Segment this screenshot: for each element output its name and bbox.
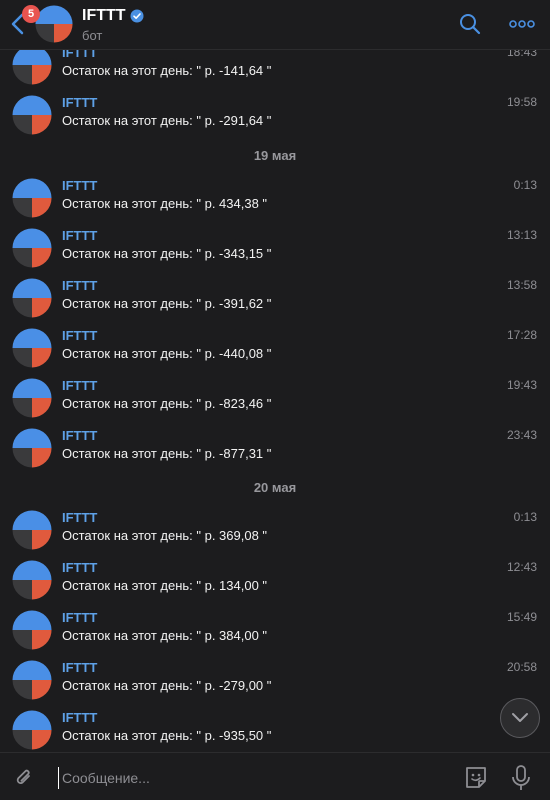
unread-badge[interactable]: 5 — [22, 5, 40, 23]
avatar[interactable] — [12, 95, 52, 135]
chevron-down-icon — [512, 713, 528, 722]
message-item[interactable]: IFTTT Остаток на этот день: " р. -141,64 … — [0, 45, 550, 91]
message-item[interactable]: IFTTT Остаток на этот день: " р. -877,31 … — [0, 428, 550, 474]
chat-title-text: IFTTT — [82, 7, 126, 24]
message-item[interactable]: IFTTT Остаток на этот день: " р. 369,08 "… — [0, 510, 550, 556]
message-input[interactable] — [58, 767, 438, 789]
message-time: 0:13 — [513, 178, 537, 192]
message-time: 23:43 — [506, 428, 537, 442]
message-time: 13:58 — [506, 278, 537, 292]
avatar[interactable] — [12, 178, 52, 218]
avatar[interactable] — [12, 710, 52, 750]
message-time: 12:43 — [506, 560, 537, 574]
avatar[interactable] — [12, 560, 52, 600]
message-sender[interactable]: IFTTT — [62, 660, 97, 675]
avatar[interactable] — [12, 378, 52, 418]
avatar[interactable] — [12, 45, 52, 85]
chat-title[interactable]: IFTTT — [82, 7, 144, 25]
message-text: Остаток на этот день: " р. -391,62 " — [62, 296, 272, 311]
avatar[interactable] — [12, 278, 52, 318]
message-item[interactable]: IFTTT Остаток на этот день: " р. 384,00 "… — [0, 610, 550, 656]
message-text: Остаток на этот день: " р. -343,15 " — [62, 246, 272, 261]
message-text: Остаток на этот день: " р. -141,64 " — [62, 63, 272, 78]
message-sender[interactable]: IFTTT — [62, 178, 97, 193]
message-item[interactable]: IFTTT Остаток на этот день: " р. -823,46 … — [0, 378, 550, 424]
message-time: 20:58 — [506, 660, 537, 674]
avatar[interactable] — [12, 228, 52, 268]
verified-icon — [130, 9, 144, 23]
avatar[interactable] — [35, 5, 73, 43]
message-sender[interactable]: IFTTT — [62, 95, 97, 110]
message-text: Остаток на этот день: " р. -935,50 " — [62, 728, 272, 743]
chat-subtitle: бот — [82, 28, 103, 43]
message-time: 19:58 — [506, 95, 537, 109]
sticker-icon[interactable] — [463, 765, 489, 791]
chat-header: 5 IFTTT бот — [0, 0, 550, 50]
message-text: Остаток на этот день: " р. 434,38 " — [62, 196, 268, 211]
scroll-down-button[interactable] — [500, 698, 540, 738]
message-item[interactable]: IFTTT Остаток на этот день: " р. -279,00 … — [0, 660, 550, 706]
avatar[interactable] — [12, 610, 52, 650]
microphone-icon[interactable] — [511, 764, 531, 792]
message-item[interactable]: IFTTT Остаток на этот день: " р. -440,08 … — [0, 328, 550, 374]
message-item[interactable]: IFTTT Остаток на этот день: " р. 134,00 "… — [0, 560, 550, 606]
message-sender[interactable]: IFTTT — [62, 510, 97, 525]
message-sender[interactable]: IFTTT — [62, 610, 97, 625]
message-text: Остаток на этот день: " р. 134,00 " — [62, 578, 268, 593]
date-separator: 19 мая — [253, 148, 297, 163]
message-sender[interactable]: IFTTT — [62, 328, 97, 343]
avatar[interactable] — [12, 328, 52, 368]
message-sender[interactable]: IFTTT — [62, 710, 97, 725]
more-icon[interactable] — [508, 12, 536, 36]
message-text: Остаток на этот день: " р. -279,00 " — [62, 678, 272, 693]
message-text: Остаток на этот день: " р. -823,46 " — [62, 396, 272, 411]
avatar[interactable] — [12, 510, 52, 550]
message-time: 13:13 — [506, 228, 537, 242]
message-item[interactable]: IFTTT Остаток на этот день: " р. -935,50 … — [0, 710, 550, 756]
message-item[interactable]: IFTTT Остаток на этот день: " р. -343,15 … — [0, 228, 550, 274]
message-item[interactable]: IFTTT Остаток на этот день: " р. -291,64 … — [0, 95, 550, 141]
message-time: 0:13 — [513, 510, 537, 524]
message-item[interactable]: IFTTT Остаток на этот день: " р. 434,38 "… — [0, 178, 550, 224]
search-icon[interactable] — [458, 12, 482, 36]
message-text: Остаток на этот день: " р. -440,08 " — [62, 346, 272, 361]
message-text: Остаток на этот день: " р. -877,31 " — [62, 446, 272, 461]
date-separator: 20 мая — [253, 480, 297, 495]
message-text: Остаток на этот день: " р. -291,64 " — [62, 113, 272, 128]
message-time: 17:28 — [506, 328, 537, 342]
message-sender[interactable]: IFTTT — [62, 278, 97, 293]
message-sender[interactable]: IFTTT — [62, 428, 97, 443]
message-composer — [0, 752, 550, 800]
avatar[interactable] — [12, 660, 52, 700]
message-item[interactable]: IFTTT Остаток на этот день: " р. -391,62 … — [0, 278, 550, 324]
message-time: 19:43 — [506, 378, 537, 392]
message-sender[interactable]: IFTTT — [62, 560, 97, 575]
message-text: Остаток на этот день: " р. 384,00 " — [62, 628, 268, 643]
attach-icon[interactable] — [12, 766, 36, 790]
message-sender[interactable]: IFTTT — [62, 378, 97, 393]
avatar[interactable] — [12, 428, 52, 468]
message-sender[interactable]: IFTTT — [62, 228, 97, 243]
message-text: Остаток на этот день: " р. 369,08 " — [62, 528, 268, 543]
message-time: 15:49 — [506, 610, 537, 624]
